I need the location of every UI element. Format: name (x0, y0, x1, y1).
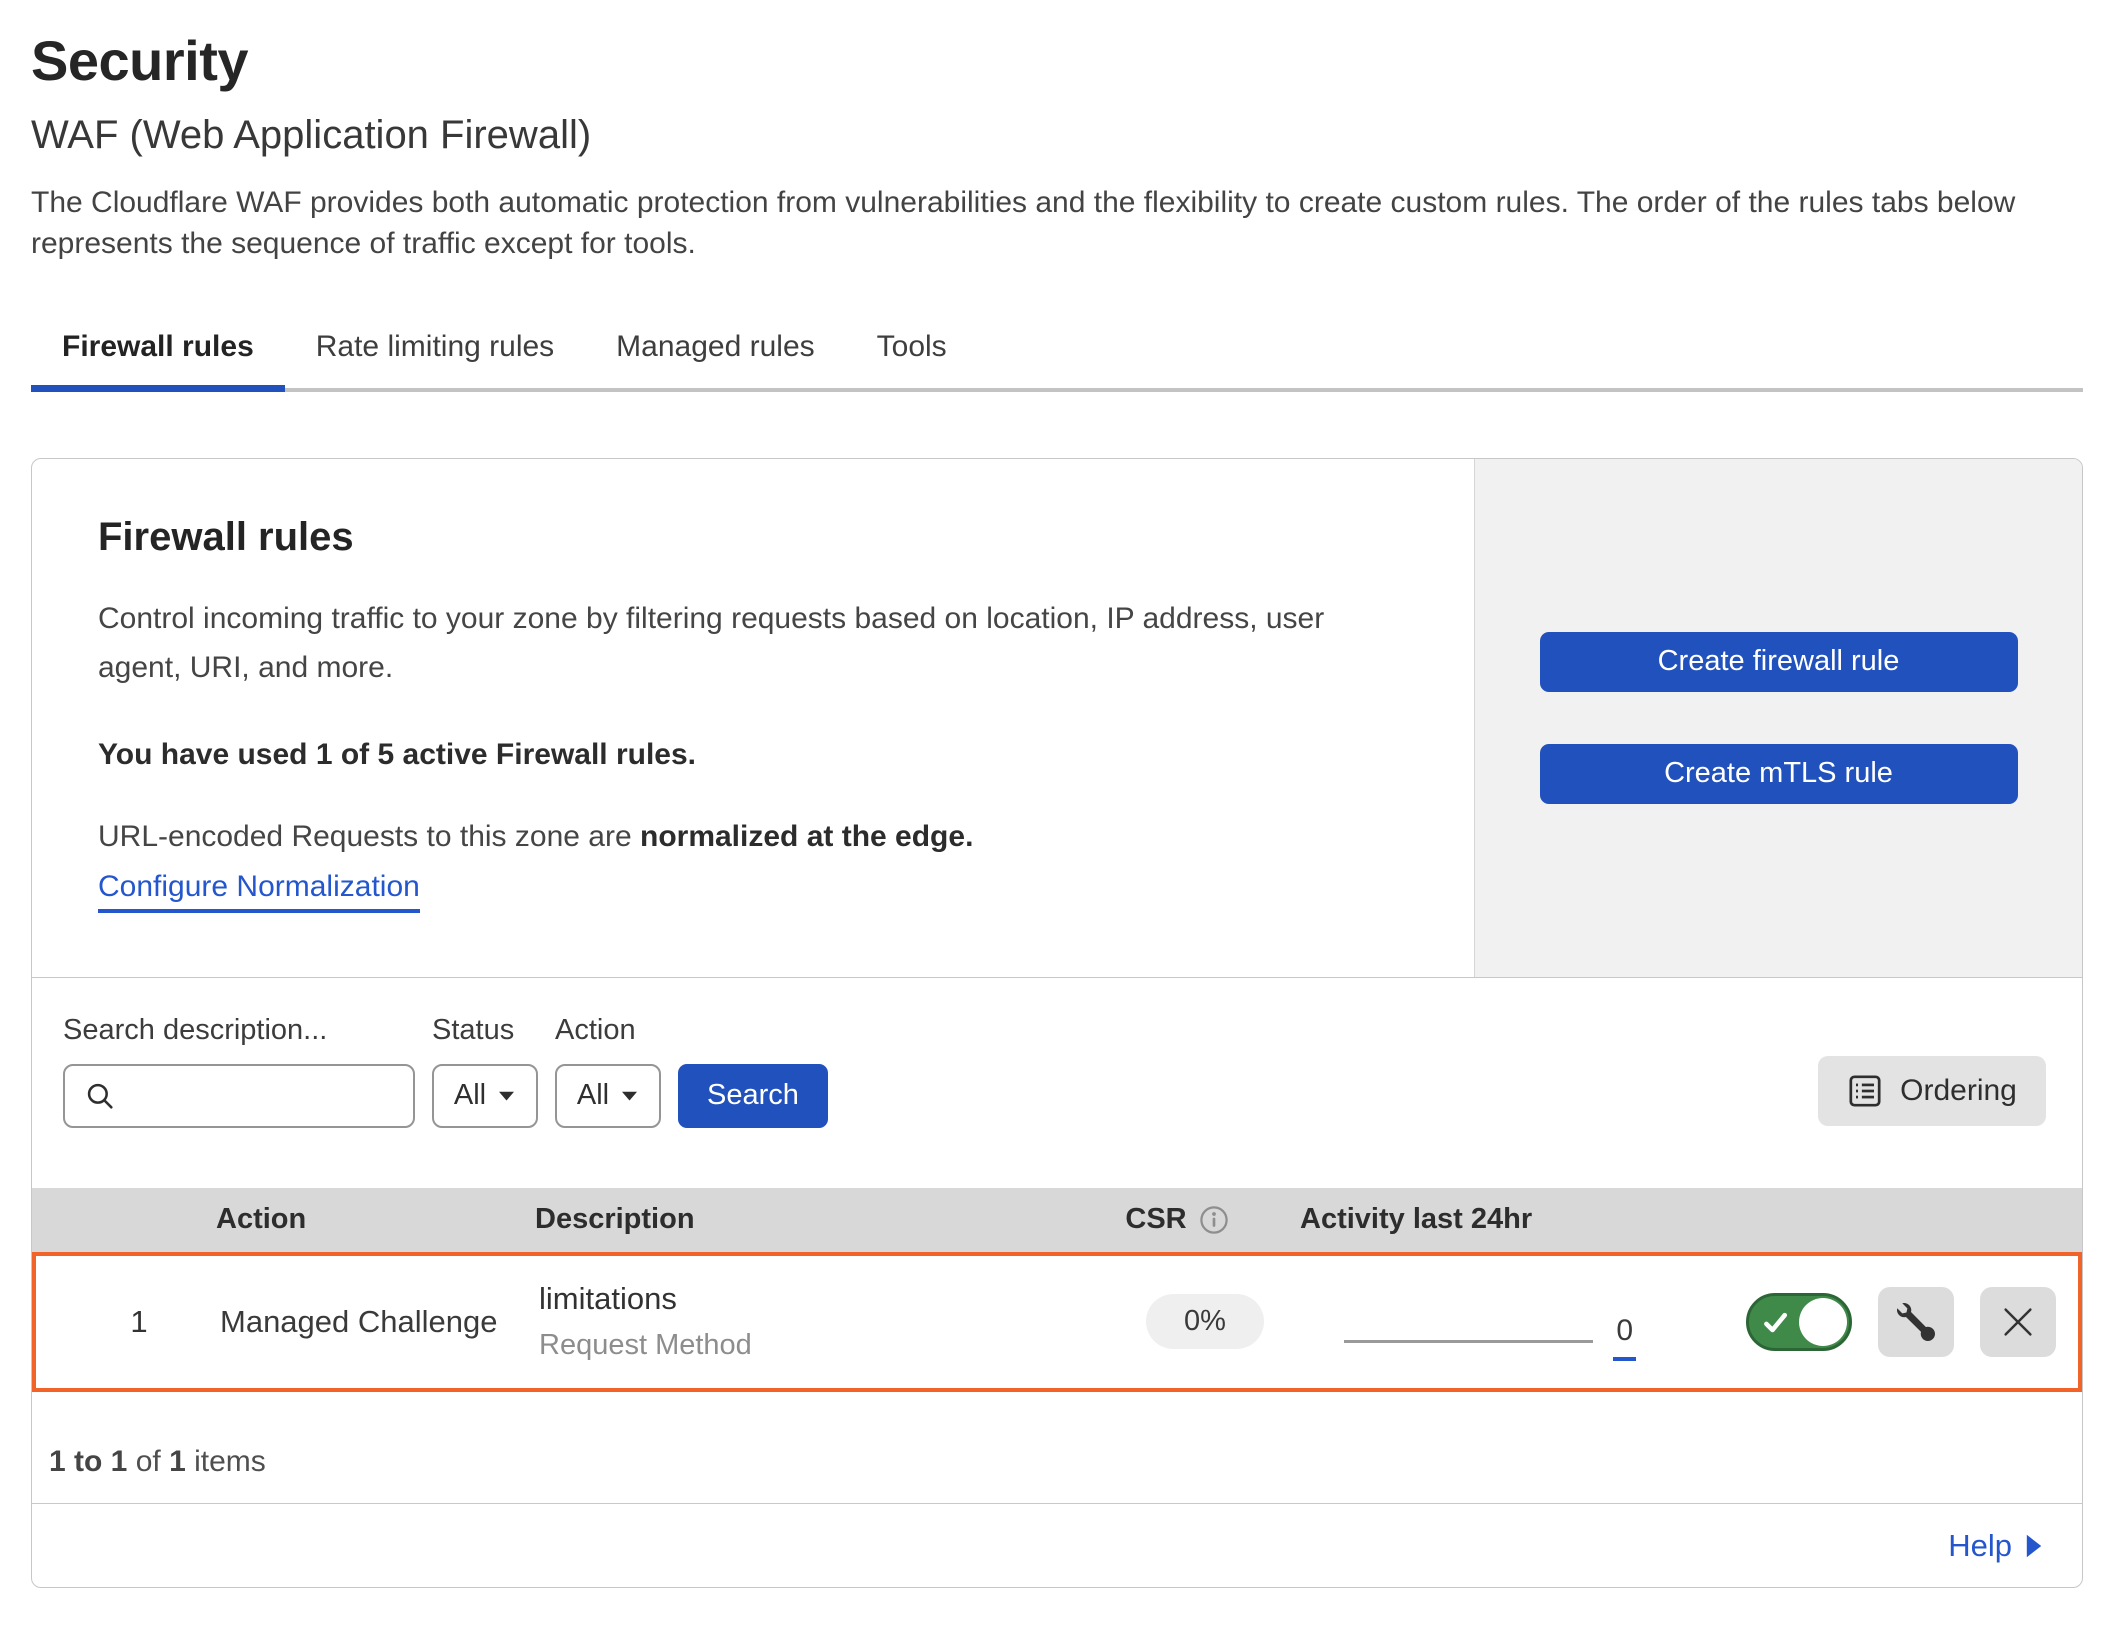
status-label: Status (432, 1014, 538, 1054)
activity-column-header: Activity last 24hr (1292, 1203, 1632, 1236)
activity-count-link[interactable]: 0 (1613, 1314, 1636, 1361)
help-label: Help (1948, 1528, 2012, 1564)
action-dropdown-value: All (577, 1079, 609, 1112)
create-mtls-rule-button[interactable]: Create mTLS rule (1540, 744, 2018, 804)
normalization-note: URL-encoded Requests to this zone are no… (98, 820, 1414, 854)
normalization-bold-text: normalized at the edge. (640, 820, 973, 853)
activity-cell: 0 (1296, 1314, 1636, 1361)
items-range: 1 to 1 (49, 1445, 127, 1479)
tab-rate-limiting-rules[interactable]: Rate limiting rules (285, 314, 585, 388)
normalization-text: URL-encoded Requests to this zone are (98, 820, 632, 853)
search-description-label: Search description... (63, 1014, 415, 1054)
usage-summary: You have used 1 of 5 active Firewall rul… (98, 738, 1414, 772)
table-header: Action Description CSR Activity last 24h… (32, 1188, 2082, 1252)
description-column-header: Description (502, 1203, 1062, 1236)
rule-description: limitations (539, 1281, 1066, 1317)
section-title: Firewall rules (98, 515, 1414, 560)
csr-column-header: CSR (1125, 1203, 1228, 1236)
rule-action: Managed Challenge (186, 1304, 506, 1340)
wrench-icon (1897, 1303, 1935, 1341)
security-waf-page: Security WAF (Web Application Firewall) … (0, 0, 2114, 1638)
action-label: Action (555, 1014, 661, 1054)
overview-text-panel: Firewall rules Control incoming traffic … (32, 459, 1474, 977)
create-firewall-rule-button[interactable]: Create firewall rule (1540, 632, 2018, 692)
filter-controls: Search description... Status (63, 1014, 828, 1188)
rule-enabled-toggle[interactable] (1746, 1293, 1852, 1351)
toggle-knob (1799, 1298, 1847, 1346)
info-icon[interactable] (1199, 1205, 1229, 1235)
overview-section: Firewall rules Control incoming traffic … (32, 459, 2082, 978)
ordering-button-label: Ordering (1900, 1074, 2017, 1108)
activity-sparkline (1344, 1340, 1593, 1343)
status-filter-group: Status All (432, 1014, 538, 1188)
chevron-down-icon (620, 1090, 639, 1102)
action-dropdown[interactable]: All (555, 1064, 661, 1128)
rule-priority: 1 (74, 1304, 147, 1340)
items-word: items (194, 1445, 266, 1479)
search-input[interactable] (127, 1079, 399, 1113)
page-subtitle: WAF (Web Application Firewall) (31, 112, 2083, 158)
create-actions-panel: Create firewall rule Create mTLS rule (1474, 459, 2082, 977)
help-row: Help (32, 1504, 2082, 1588)
search-button[interactable]: Search (678, 1064, 828, 1128)
tab-managed-rules[interactable]: Managed rules (585, 314, 845, 388)
search-field-group: Search description... (63, 1014, 415, 1188)
close-icon (2000, 1304, 2036, 1340)
csr-header-label: CSR (1125, 1203, 1186, 1236)
action-column-header: Action (182, 1203, 502, 1236)
items-of: of (136, 1445, 161, 1479)
rule-controls (1636, 1287, 2078, 1357)
page-description: The Cloudflare WAF provides both automat… (31, 182, 2083, 264)
arrow-right-icon (2026, 1534, 2042, 1558)
page-title: Security (31, 0, 2083, 92)
items-total: 1 (169, 1445, 186, 1479)
delete-rule-button[interactable] (1980, 1287, 2056, 1357)
search-icon (83, 1079, 117, 1113)
ordered-list-icon (1847, 1073, 1883, 1109)
items-summary: 1 to 1 of 1 items (32, 1392, 2082, 1504)
rule-expression: Request Method (539, 1329, 1066, 1362)
rule-description-cell: limitations Request Method (506, 1281, 1066, 1362)
status-dropdown[interactable]: All (432, 1064, 538, 1128)
status-dropdown-value: All (454, 1079, 486, 1112)
action-filter-group: Action All (555, 1014, 661, 1188)
ordering-button[interactable]: Ordering (1818, 1056, 2046, 1126)
configure-normalization-link[interactable]: Configure Normalization (98, 870, 420, 913)
section-description: Control incoming traffic to your zone by… (98, 594, 1414, 692)
waf-tab-bar: Firewall rules Rate limiting rules Manag… (31, 314, 2083, 392)
table-row: 1 Managed Challenge limitations Request … (32, 1252, 2082, 1392)
toggle-check-icon (1762, 1309, 1790, 1337)
edit-rule-button[interactable] (1878, 1287, 1954, 1357)
tab-tools[interactable]: Tools (846, 314, 978, 388)
firewall-rules-card: Firewall rules Control incoming traffic … (31, 458, 2083, 1588)
filter-bar: Search description... Status (32, 978, 2082, 1188)
search-box[interactable] (63, 1064, 415, 1128)
tab-firewall-rules[interactable]: Firewall rules (31, 314, 285, 388)
chevron-down-icon (497, 1090, 516, 1102)
help-link[interactable]: Help (1948, 1528, 2042, 1564)
csr-badge: 0% (1146, 1294, 1264, 1349)
